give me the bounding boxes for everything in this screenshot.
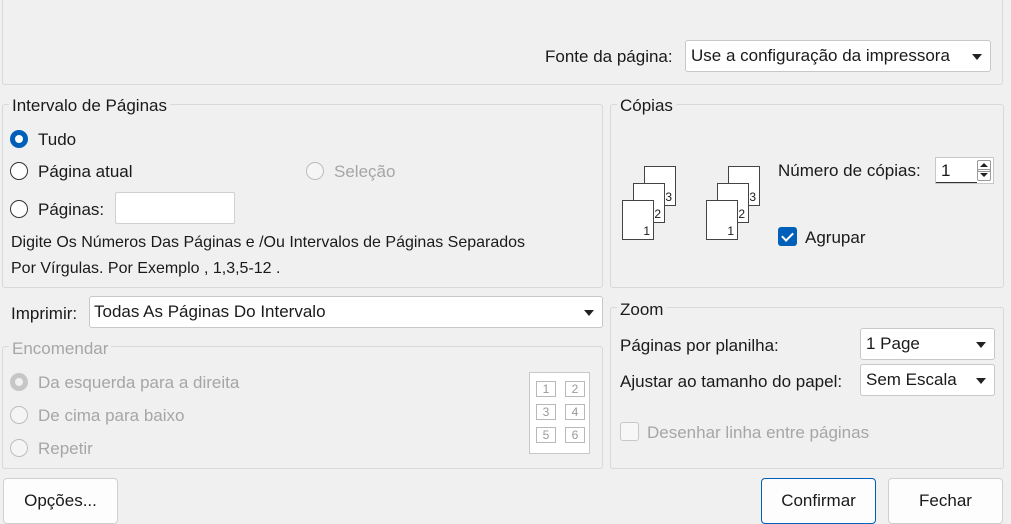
collate-label[interactable]: Agrupar: [805, 228, 865, 248]
close-button[interactable]: Fechar: [888, 478, 1003, 524]
radio-left-to-right: [10, 373, 28, 391]
checkmark-icon: [781, 229, 794, 242]
radio-current-page-label[interactable]: Página atual: [38, 162, 133, 182]
chevron-down-icon: [972, 54, 982, 60]
page-range-hint-line2: Por Vírgulas. Por Exemplo , 1,3,5-12 .: [11, 260, 281, 277]
scale-label: Ajustar ao tamanho do papel:: [620, 372, 843, 391]
pages-per-sheet-select[interactable]: 1 Page: [860, 328, 995, 360]
collated-pages-icon: 3 2 1: [706, 166, 766, 240]
page-range-legend: Intervalo de Páginas: [9, 96, 170, 116]
spin-down-button[interactable]: [977, 169, 991, 181]
print-select[interactable]: Todas As Páginas Do Intervalo: [89, 296, 603, 328]
page-range-hint-line1: Digite Os Números Das Páginas e /Ou Inte…: [11, 234, 526, 251]
confirm-button[interactable]: Confirmar: [761, 478, 876, 524]
zoom-legend: Zoom: [617, 300, 667, 320]
chevron-down-icon: [976, 342, 986, 348]
collate-checkbox[interactable]: [778, 227, 797, 246]
radio-top-to-bottom: [10, 406, 28, 424]
options-button[interactable]: Opções...: [3, 478, 118, 524]
chevron-down-icon: [584, 310, 594, 316]
copies-count-label: Número de cópias:: [778, 161, 921, 180]
print-label: Imprimir:: [11, 304, 78, 323]
draw-lines-label: Desenhar linha entre páginas: [647, 423, 870, 442]
draw-lines-checkbox: [620, 422, 639, 441]
radio-selection-label: Seleção: [334, 162, 396, 181]
radio-pages[interactable]: [10, 200, 28, 218]
copies-legend: Cópias: [617, 96, 676, 116]
radio-all-pages-label[interactable]: Tudo: [38, 130, 76, 150]
radio-selection: [306, 162, 324, 180]
radio-all-pages[interactable]: [10, 130, 28, 148]
pages-per-sheet-value: 1 Page: [866, 334, 920, 353]
pages-input[interactable]: [115, 192, 235, 224]
chevron-up-icon: [980, 163, 988, 167]
radio-current-page[interactable]: [10, 162, 28, 180]
page-source-value: Use a configuração da impressora: [691, 46, 950, 65]
chevron-down-icon: [980, 173, 988, 177]
print-value: Todas As Páginas Do Intervalo: [94, 302, 326, 321]
copies-count-value[interactable]: 1: [941, 161, 950, 181]
page-order-preview-icon: 1 2 3 4 5 6: [529, 372, 590, 454]
radio-left-to-right-label: Da esquerda para a direita: [38, 373, 240, 392]
page-source-select[interactable]: Use a configuração da impressora: [685, 40, 991, 72]
copies-count-spinner[interactable]: 1: [935, 157, 994, 184]
chevron-down-icon: [976, 378, 986, 384]
scale-value: Sem Escala: [866, 370, 957, 389]
radio-repeat: [10, 439, 28, 457]
radio-top-to-bottom-label: De cima para baixo: [38, 406, 185, 425]
scale-select[interactable]: Sem Escala: [860, 364, 995, 396]
collated-pages-icon: 3 2 1: [622, 166, 682, 240]
pages-per-sheet-label: Páginas por planilha:: [620, 336, 779, 355]
page-source-label: Fonte da página:: [545, 47, 673, 66]
order-legend: Encomendar: [9, 339, 112, 359]
radio-pages-label[interactable]: Páginas:: [38, 200, 104, 220]
radio-repeat-label: Repetir: [38, 439, 93, 458]
